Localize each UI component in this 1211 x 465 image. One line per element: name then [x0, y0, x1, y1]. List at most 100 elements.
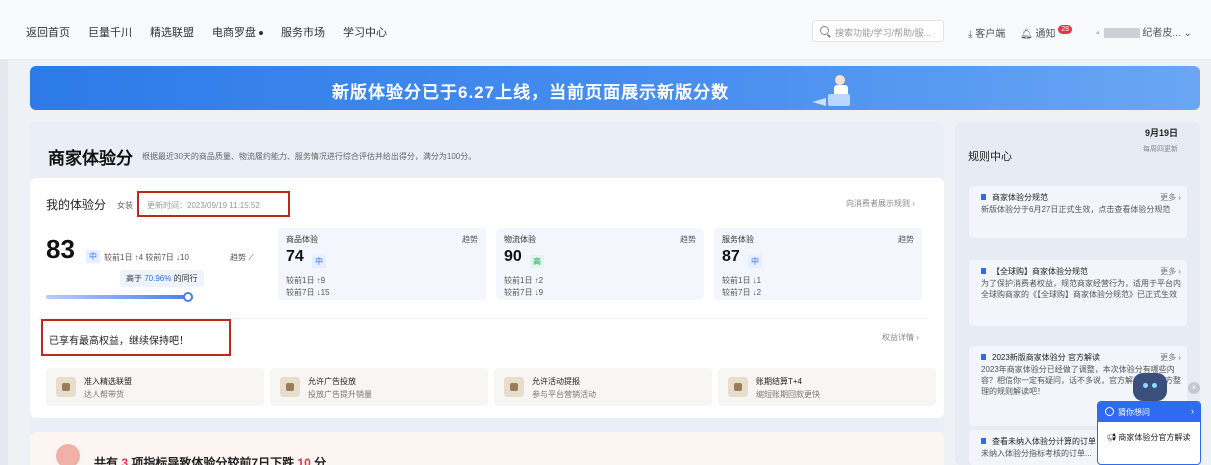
benefit-title: 允许活动提报: [532, 377, 580, 386]
subscore-week-change: 较前7日 ↓15: [286, 288, 330, 297]
rule-more-link[interactable]: 更多 ›: [1160, 352, 1181, 363]
rule-more-link[interactable]: 更多 ›: [1160, 266, 1181, 277]
drop-points: 10: [297, 456, 311, 465]
rule-card[interactable]: 商家体验分规范 更多 › 新版体验分于6月27日正式生效，点击查看体验分规范: [969, 186, 1187, 238]
page-description: 根据最近30天的商品质量、物流履约能力、服务情况进行综合评估并给出得分，满分为1…: [142, 152, 477, 161]
show-to-consumer-link[interactable]: 向消费者展示规则 ›: [846, 198, 915, 209]
merchant-score-panel: 商家体验分 根据最近30天的商品质量、物流履约能力、服务情况进行综合评估并给出得…: [30, 122, 944, 465]
settlement-icon: [728, 377, 748, 397]
rule-desc: 新版体验分于6月27日正式生效，点击查看体验分规范: [981, 205, 1171, 214]
trend-label: 趋势: [230, 253, 246, 262]
trend-link[interactable]: 趋势 ⟋: [230, 252, 254, 263]
nav-learning[interactable]: 学习中心: [343, 24, 387, 40]
rule-card[interactable]: 【全球购】商家体验分规范 更多 › 为了保护消费者权益，规范商家经营行为，适用于…: [969, 260, 1187, 326]
rule-title: 2023新版商家体验分 官方解读: [981, 352, 1100, 363]
percentile-value: 70.96%: [144, 274, 172, 283]
question-icon: [1105, 407, 1114, 416]
drop-indicator-count: 3: [121, 456, 129, 465]
subscore-tag: 高: [530, 255, 544, 268]
rule-more-link[interactable]: 更多 ›: [1160, 192, 1181, 203]
person-illustration-icon: [812, 75, 850, 106]
nav-alliance[interactable]: 精选联盟: [150, 24, 194, 40]
help-item-text: 商家体验分官方解读: [1118, 433, 1191, 442]
avatar: ◦: [1096, 28, 1100, 39]
percentile-knob: [183, 292, 194, 302]
top-navigation: 返回首页 巨量千川 精选联盟 电商罗盘 服务市场 学习中心 搜索功能/学习/帮助…: [0, 0, 1211, 60]
help-popup-item[interactable]: 📢︎ 商家体验分官方解读: [1098, 422, 1200, 443]
subscore-product[interactable]: 商品体验 趋势 74 中 较前1日 ↑9 较前7日 ↓15: [278, 228, 486, 300]
subscore-value: 90: [504, 248, 522, 265]
megaphone-icon: 📢︎: [1106, 433, 1117, 442]
announcement-banner[interactable]: 新版体验分已于6.27上线，当前页面展示新版分数: [30, 66, 1200, 110]
close-icon[interactable]: ×: [1188, 382, 1200, 394]
subscore-day-change: 较前1日 ↑9: [286, 276, 326, 285]
benefit-title: 账期结算T+4: [756, 377, 803, 386]
rule-desc: 为了保护消费者权益，规范商家经营行为，适用于平台内全球购商家的《【全球购】商家体…: [981, 279, 1181, 299]
customer-client-label: 客户端: [975, 29, 1006, 40]
activity-icon: [504, 377, 524, 397]
percentile-suffix: 的同行: [173, 274, 198, 283]
nav-compass[interactable]: 电商罗盘: [212, 24, 263, 40]
notification-badge: 28: [1058, 25, 1073, 34]
drop-middle: 项指标导致体验分较前7日下跌: [131, 456, 295, 465]
subscore-tag: 中: [312, 255, 326, 268]
benefit-status: 已享有最高权益，继续保持吧！: [41, 319, 231, 356]
help-popup-header: 猜你想问 ›: [1098, 402, 1200, 422]
search-input[interactable]: 搜索功能/学习/帮助/服...: [812, 20, 944, 42]
benefit-title: 准入精选联盟: [84, 377, 132, 386]
benefit-item[interactable]: 账期结算T+4 缩短账期回款更快: [718, 368, 936, 406]
rights-detail-link[interactable]: 权益详情 ›: [882, 332, 919, 343]
help-popup[interactable]: 猜你想问 › 📢︎ 商家体验分官方解读: [1097, 401, 1201, 465]
score-comparison: 较前1日 ↑4 较前7日 ↓10: [104, 253, 189, 262]
benefit-subtitle: 达人帮带货: [84, 390, 124, 399]
update-date: 9月19日: [1145, 128, 1179, 138]
benefit-subtitle: 参与平台营销活动: [532, 390, 596, 399]
percentile-prefix: 高于: [126, 274, 142, 283]
nav-home[interactable]: 返回首页: [26, 24, 70, 40]
update-time: 更新时间：2023/09/19 11:15:52: [137, 191, 290, 217]
rules-title: 规则中心: [968, 151, 1012, 163]
benefit-item[interactable]: 允许活动提报 参与平台营销活动: [494, 368, 712, 406]
subscore-day-change: 较前1日 ↑2: [504, 276, 544, 285]
banner-text: 新版体验分已于6.27上线，当前页面展示新版分数: [332, 83, 730, 102]
search-icon: [820, 26, 829, 35]
drop-suffix: 分: [314, 456, 327, 465]
rule-title: 商家体验分规范: [981, 192, 1048, 203]
nav-qianchuan[interactable]: 巨量千川: [88, 24, 132, 40]
benefit-subtitle: 缩短账期回款更快: [756, 390, 820, 399]
chevron-right-icon[interactable]: ›: [1191, 406, 1194, 416]
my-score-card: 我的体验分 女装 更新时间：2023/09/19 11:15:52 向消费者展示…: [30, 178, 944, 418]
subscore-value: 87: [722, 248, 740, 265]
subscore-trend[interactable]: 趋势: [462, 234, 478, 245]
alliance-icon: [56, 377, 76, 397]
benefit-item[interactable]: 准入精选联盟 达人帮带货: [46, 368, 264, 406]
subscore-name: 服务体验: [722, 235, 754, 244]
user-menu[interactable]: ◦ 纪者皮... ⌄: [1096, 24, 1192, 39]
benefit-item[interactable]: 允许广告投放 投放广告提升销量: [270, 368, 488, 406]
subscore-name: 物流体验: [504, 235, 536, 244]
score-drop-text: 共有 3 项指标导致体验分较前7日下跌 10 分: [94, 454, 326, 465]
subscore-value: 74: [286, 248, 304, 265]
assistant-bot-icon[interactable]: [1133, 373, 1167, 401]
category-label: 女装: [117, 201, 133, 210]
subscore-trend[interactable]: 趋势: [898, 234, 914, 245]
search-placeholder: 搜索功能/学习/帮助/服...: [835, 28, 932, 38]
notification-label: 通知: [1035, 29, 1056, 40]
total-score: 83: [46, 234, 75, 264]
update-frequency: 每周四更新: [1143, 146, 1178, 153]
customer-client-link[interactable]: ⤓ 客户端: [968, 25, 1005, 40]
trend-chart-icon: ⟋: [248, 253, 254, 262]
warning-icon: [56, 444, 80, 465]
benefit-title: 允许广告投放: [308, 377, 356, 386]
subscore-service[interactable]: 服务体验 趋势 87 中 较前1日 ↓1 较前7日 ↓2: [714, 228, 922, 300]
left-sidebar-edge: [0, 60, 8, 465]
score-drop-alert[interactable]: 共有 3 项指标导致体验分较前7日下跌 10 分: [30, 432, 944, 465]
bell-icon: 🔔︎: [1020, 29, 1033, 40]
drop-prefix: 共有: [94, 456, 119, 465]
subscore-tag: 中: [748, 255, 762, 268]
user-name: 纪者皮...: [1142, 28, 1181, 39]
subscore-trend[interactable]: 趋势: [680, 234, 696, 245]
subscore-logistics[interactable]: 物流体验 趋势 90 高 较前1日 ↑2 较前7日 ↓9: [496, 228, 704, 300]
nav-service-market[interactable]: 服务市场: [281, 24, 325, 40]
notification-button[interactable]: 🔔︎ 通知 28: [1020, 25, 1073, 40]
